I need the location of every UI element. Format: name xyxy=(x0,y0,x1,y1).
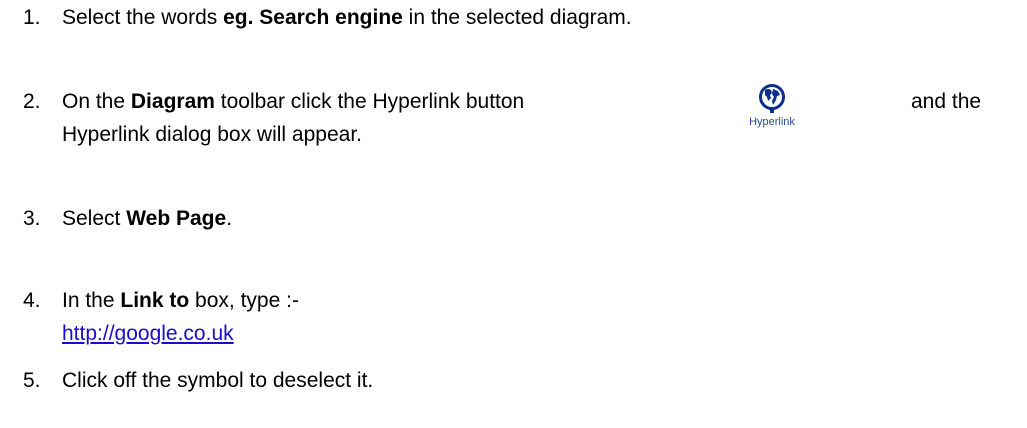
step-text-pre: On the xyxy=(62,90,131,113)
step-text-bold: eg. Search engine xyxy=(223,6,403,29)
step-text-post: toolbar click the Hyperlink button xyxy=(214,90,525,113)
step-text-bold: Link to xyxy=(120,289,190,312)
step-text-pre: Select the words xyxy=(62,6,224,29)
step-text-pre: In the xyxy=(62,289,121,312)
step-text: On the Diagram toolbar click the Hyperli… xyxy=(62,86,524,118)
step-text-pre: Select xyxy=(62,207,127,230)
step-text-post: box, type :- xyxy=(189,289,299,312)
step-number: 4. xyxy=(23,289,41,312)
hyperlink-button[interactable]: Hyperlink xyxy=(742,84,802,132)
globe-icon xyxy=(759,84,785,113)
step-text-line2: Hyperlink dialog box will appear. xyxy=(62,123,362,146)
step-text-after: and the xyxy=(911,90,982,113)
step-text-bold: Diagram xyxy=(130,90,215,113)
step-text-post: in the selected diagram. xyxy=(402,6,632,29)
step-text: In the Link to box, type :- xyxy=(62,285,299,317)
step-number: 2. xyxy=(23,90,41,113)
hyperlink-button-label: Hyperlink xyxy=(749,116,795,128)
step-number: 5. xyxy=(23,369,41,392)
step-text: Select the words eg. Search engine in th… xyxy=(62,2,632,34)
step-text-bold: Web Page xyxy=(126,207,227,230)
step-text-post: . xyxy=(226,207,233,230)
step-text: Click off the symbol to deselect it. xyxy=(62,369,374,392)
step-text: Select Web Page. xyxy=(62,203,232,235)
step-number: 3. xyxy=(23,207,41,230)
step-number: 1. xyxy=(23,6,41,29)
google-link[interactable]: http://google.co.uk xyxy=(62,318,234,350)
